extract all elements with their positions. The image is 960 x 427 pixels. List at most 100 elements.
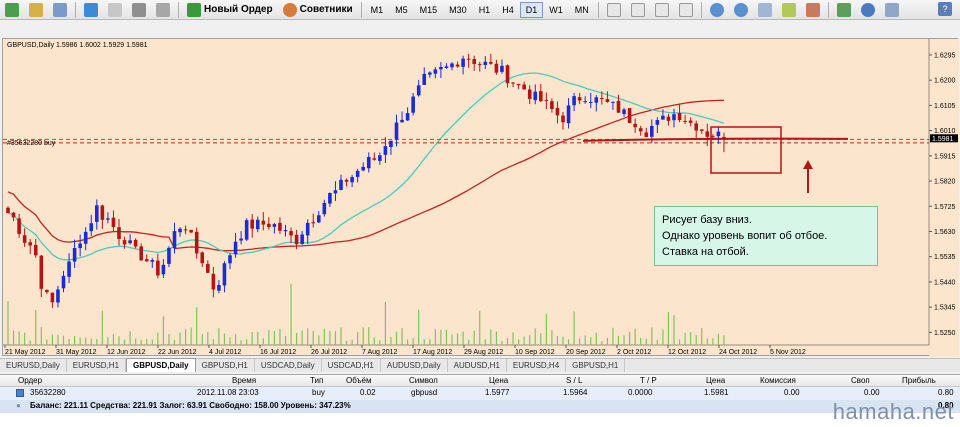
- timeframe-h1[interactable]: H1: [473, 2, 497, 18]
- crosshair-button[interactable]: [627, 1, 649, 19]
- candle-body: [300, 234, 304, 244]
- candle-body: [239, 238, 243, 241]
- cursor-icon: [606, 2, 621, 17]
- col-price2-header[interactable]: Цена: [706, 376, 725, 385]
- terminal-button[interactable]: [128, 1, 150, 19]
- candle-body: [566, 105, 571, 124]
- candle-body: [139, 246, 143, 261]
- candle-body: [50, 292, 55, 303]
- indicators-button[interactable]: [833, 1, 855, 19]
- price-tick-label: 1.5535: [934, 254, 956, 261]
- chart-tab[interactable]: USDCAD,H1: [322, 359, 381, 372]
- timeframe-w1[interactable]: W1: [543, 2, 569, 18]
- timeframe-m30[interactable]: M30: [443, 2, 473, 18]
- order-type: buy: [312, 388, 325, 397]
- timeframe-m1[interactable]: M1: [365, 2, 390, 18]
- clock-icon: [860, 2, 875, 17]
- chart-tab[interactable]: AUDUSD,H1: [448, 359, 507, 372]
- new-order-button[interactable]: Новый Ордер: [183, 1, 277, 19]
- candle-body: [28, 242, 32, 246]
- timeframe-group: M1 M5 M15 M30 H1 H4 D1 W1 MN: [365, 1, 595, 18]
- zoom-in-button[interactable]: [706, 1, 728, 19]
- chart-tab[interactable]: USDCAD,Daily: [255, 359, 322, 372]
- col-swap-header[interactable]: Своп: [851, 376, 870, 385]
- new-chart-button[interactable]: [1, 1, 23, 19]
- profiles-button[interactable]: [25, 1, 47, 19]
- chart-tab[interactable]: EURUSD,H1: [67, 359, 127, 372]
- col-commission-header[interactable]: Комиссия: [760, 376, 796, 385]
- price-chart[interactable]: 1.6295 1.6200 1.6105 1.6010 1.5915 1.5820 1.57…: [2, 38, 959, 357]
- order-current-price: 1.5981: [704, 388, 729, 397]
- candle-body: [122, 240, 127, 245]
- current-price-label: 1.5981: [932, 136, 954, 143]
- chart-tab[interactable]: GBPUSD,H1: [196, 359, 255, 372]
- periods-button[interactable]: [857, 1, 879, 19]
- tile-windows-button[interactable]: [754, 1, 776, 19]
- zoom-out-button[interactable]: [730, 1, 752, 19]
- col-time-header[interactable]: Время: [232, 376, 256, 385]
- candle-body: [311, 222, 316, 224]
- col-sl-header[interactable]: S / L: [566, 376, 582, 385]
- col-order-header[interactable]: Ордер: [18, 376, 42, 385]
- col-symbol-header[interactable]: Символ: [409, 376, 438, 385]
- date-tick-label: 29 Aug 2012: [464, 349, 503, 356]
- chart-shift-button[interactable]: [802, 1, 824, 19]
- candle-body: [189, 229, 193, 233]
- tester-button[interactable]: [152, 1, 174, 19]
- date-tick-label: 26 Jul 2012: [311, 349, 347, 356]
- candle-body: [577, 97, 582, 101]
- col-type-header[interactable]: Тип: [310, 376, 323, 385]
- trendline-button[interactable]: [675, 1, 697, 19]
- autoscroll-icon: [781, 2, 796, 17]
- candle-body: [355, 170, 360, 177]
- candle-body: [33, 244, 38, 256]
- candle-body: [278, 222, 282, 231]
- candle-body: [444, 66, 449, 69]
- col-price-header[interactable]: Цена: [489, 376, 508, 385]
- chart-tab[interactable]: EURUSD,H4: [507, 359, 567, 372]
- vertical-line-button[interactable]: [651, 1, 673, 19]
- candle-body: [422, 73, 427, 85]
- candle-body: [283, 230, 288, 232]
- zoom-in-icon: [709, 2, 724, 17]
- candle-body: [56, 289, 60, 303]
- templates-button[interactable]: [881, 1, 903, 19]
- candle-body: [78, 243, 82, 249]
- window-icon: [53, 2, 67, 17]
- timeframe-m15[interactable]: M15: [414, 2, 444, 18]
- candle-body: [172, 231, 177, 249]
- navigator-button[interactable]: [80, 1, 102, 19]
- candle-body: [455, 64, 460, 67]
- order-take-profit[interactable]: 0.0000: [628, 388, 652, 397]
- candle-body: [328, 192, 332, 204]
- col-tp-header[interactable]: T / P: [640, 376, 657, 385]
- timeframe-d1[interactable]: D1: [519, 1, 544, 18]
- col-volume-header[interactable]: Объём: [346, 376, 372, 385]
- help-icon[interactable]: ?: [938, 2, 952, 16]
- zoom-out-icon: [733, 2, 748, 17]
- candle-body: [366, 156, 371, 169]
- chart-tab[interactable]: EURUSD,Daily: [0, 359, 67, 372]
- candle-body: [527, 89, 532, 99]
- candle-body: [95, 205, 99, 222]
- col-profit-header[interactable]: Прибыль: [902, 376, 936, 385]
- data-window-button[interactable]: [104, 1, 126, 19]
- timeframe-mn[interactable]: MN: [569, 2, 595, 18]
- chart-tab[interactable]: GBPUSD,Daily: [126, 358, 196, 372]
- chart-tab[interactable]: GBPUSD,H1: [566, 359, 626, 372]
- order-stop-loss[interactable]: 1.5964: [563, 388, 587, 397]
- candle-body: [289, 231, 293, 236]
- autoscroll-button[interactable]: [778, 1, 800, 19]
- timeframe-m5[interactable]: M5: [389, 2, 414, 18]
- chart-tab[interactable]: AUDUSD,Daily: [381, 359, 448, 372]
- cursor-button[interactable]: [603, 1, 625, 19]
- order-open-price: 1.5977: [485, 388, 510, 397]
- candle-body: [416, 85, 421, 96]
- market-watch-button[interactable]: [49, 1, 71, 19]
- candle-body: [666, 116, 671, 121]
- advisors-button[interactable]: Советники: [279, 1, 357, 19]
- balance-summary: Баланс: 221.11 Средства: 221.91 Залог: 6…: [30, 401, 351, 410]
- timeframe-h4[interactable]: H4: [496, 2, 520, 18]
- order-row[interactable]: 35632280 2012.11.08 23:03 buy 0.02 gbpus…: [0, 387, 960, 400]
- candle-body: [561, 115, 565, 123]
